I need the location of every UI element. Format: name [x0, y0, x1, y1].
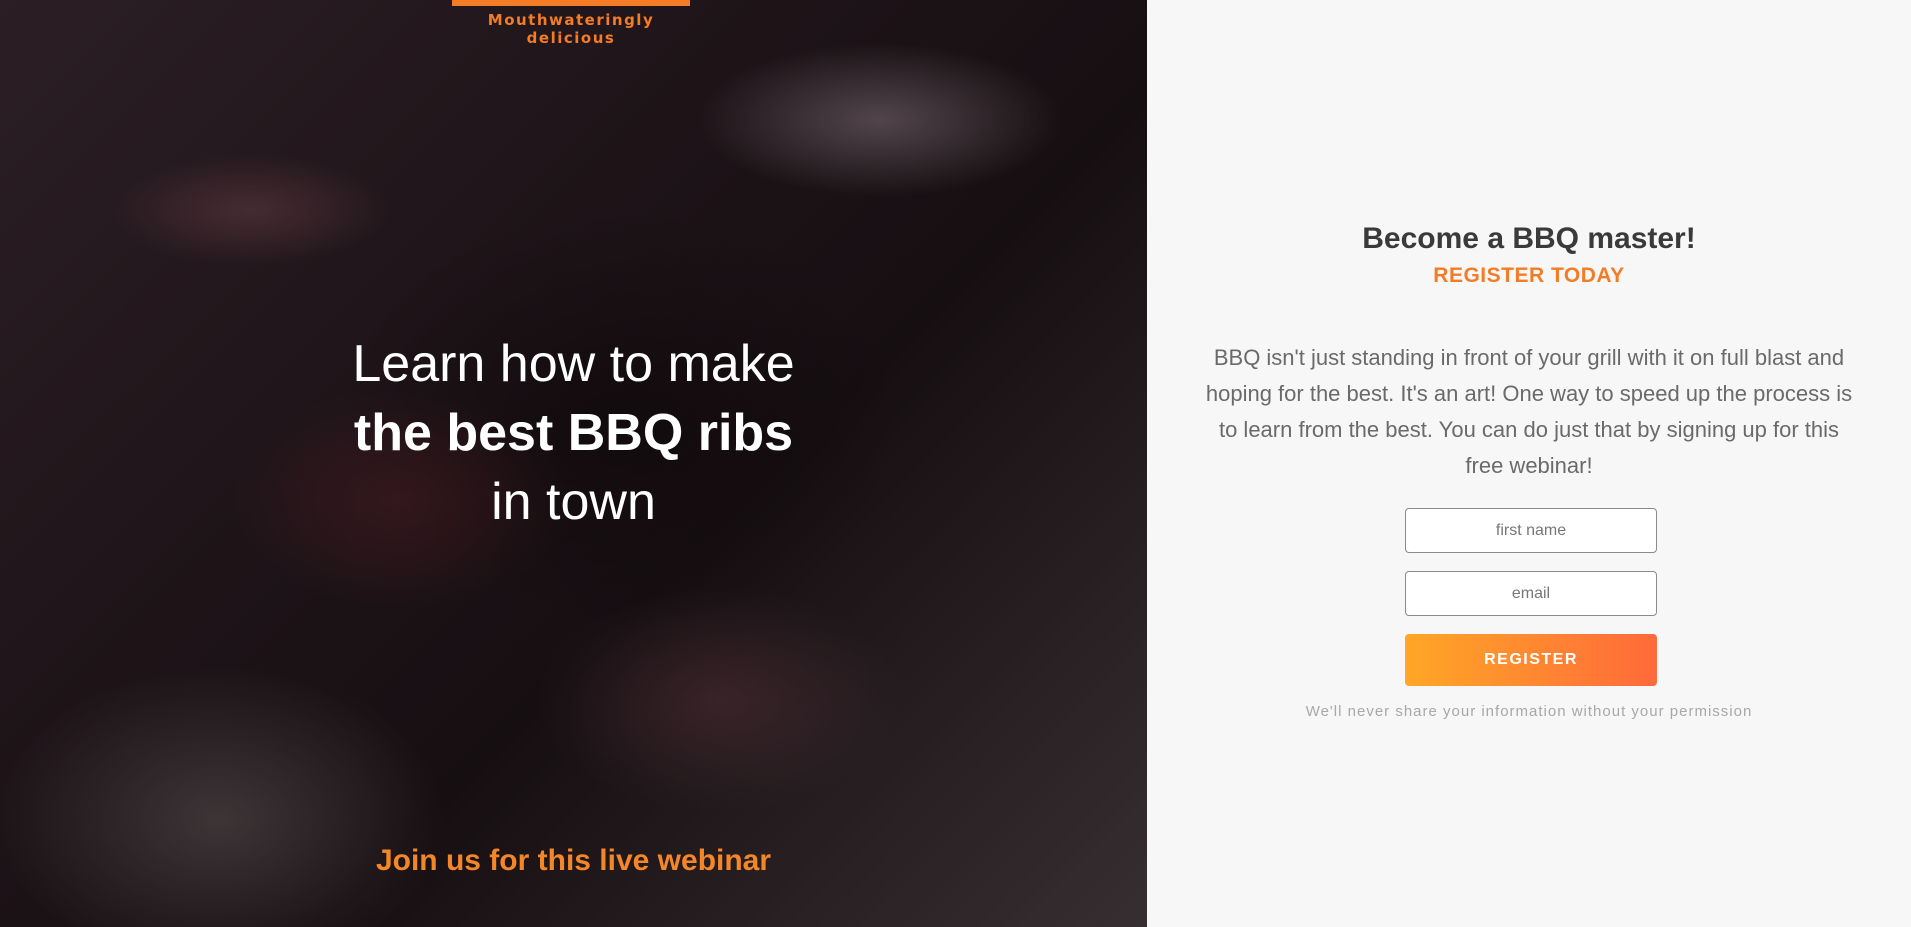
privacy-note: We'll never share your information witho…	[1305, 703, 1753, 720]
headline-line-2: the best BBQ ribs	[353, 404, 794, 462]
register-button[interactable]: REGISTER	[1405, 634, 1657, 686]
hero-headline: Learn how to make the best BBQ ribs in t…	[0, 330, 1147, 537]
panel-description: BBQ isn't just standing in front of your…	[1205, 345, 1853, 478]
logo-bar	[452, 0, 690, 6]
hero-section: Mouthwateringly delicious Learn how to m…	[0, 0, 1147, 927]
email-input[interactable]	[1405, 571, 1657, 616]
tagline: Mouthwateringly delicious	[487, 11, 655, 47]
panel-subtitle: REGISTER TODAY	[1433, 264, 1625, 287]
headline-line-3: in town	[491, 473, 656, 531]
webinar-cta: Join us for this live webinar	[375, 844, 772, 877]
panel-title: Become a BBQ master!	[1362, 222, 1696, 255]
registration-panel: Become a BBQ master! REGISTER TODAY BBQ …	[1147, 0, 1911, 927]
first-name-input[interactable]	[1405, 508, 1657, 553]
headline-line-1: Learn how to make	[352, 335, 795, 393]
